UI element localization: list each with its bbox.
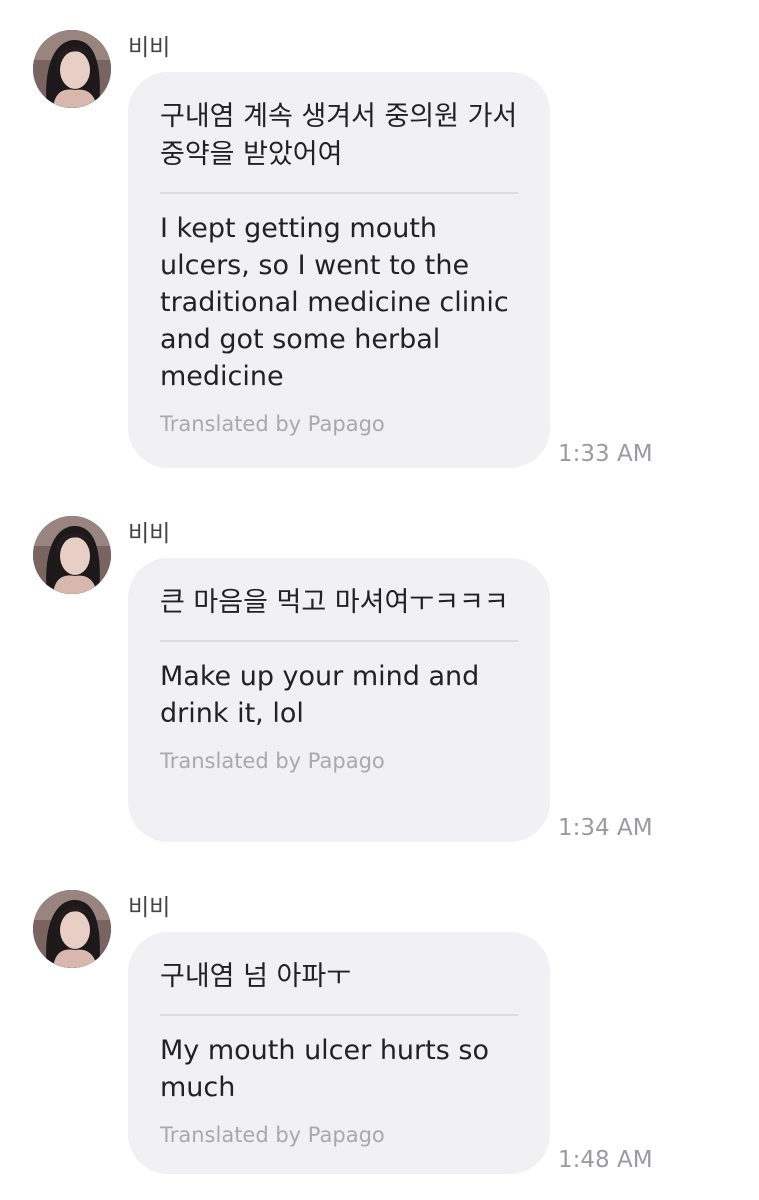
message-timestamp: 1:48 AM	[558, 1147, 653, 1173]
translation-credit: Translated by Papago	[160, 412, 385, 436]
avatar-photo	[33, 890, 111, 968]
avatar-photo	[33, 30, 111, 108]
sender-avatar[interactable]	[33, 516, 111, 594]
translated-message-text: My mouth ulcer hurts so much	[160, 1035, 489, 1103]
sender-avatar[interactable]	[33, 890, 111, 968]
translated-message-text: Make up your mind and drink it, lol	[160, 661, 480, 729]
sender-name: 비비	[128, 35, 171, 61]
message-timestamp: 1:34 AM	[558, 815, 653, 841]
original-message-text: 큰 마음을 먹고 마셔여ㅜㅋㅋㅋ	[160, 587, 509, 618]
original-message-text: 구내염 계속 생겨서 중의원 가서 중약을 받았어여	[160, 101, 518, 170]
message-bubble[interactable]: 큰 마음을 먹고 마셔여ㅜㅋㅋㅋ Make up your mind and d…	[128, 558, 550, 842]
original-message-text: 구내염 넘 아파ㅜ	[160, 961, 352, 992]
sender-name: 비비	[128, 521, 171, 547]
sender-name: 비비	[128, 895, 171, 921]
sender-avatar[interactable]	[33, 30, 111, 108]
translation-divider	[160, 640, 518, 642]
translation-divider	[160, 192, 518, 194]
message-bubble[interactable]: 구내염 넘 아파ㅜ My mouth ulcer hurts so much T…	[128, 932, 550, 1174]
translation-credit: Translated by Papago	[160, 749, 385, 773]
translation-divider	[160, 1014, 518, 1016]
message-bubble[interactable]: 구내염 계속 생겨서 중의원 가서 중약을 받았어여 I kept gettin…	[128, 72, 550, 468]
translation-credit: Translated by Papago	[160, 1123, 385, 1147]
message-timestamp: 1:33 AM	[558, 441, 653, 467]
translated-message-text: I kept getting mouth ulcers, so I went t…	[160, 213, 509, 392]
avatar-photo	[33, 516, 111, 594]
